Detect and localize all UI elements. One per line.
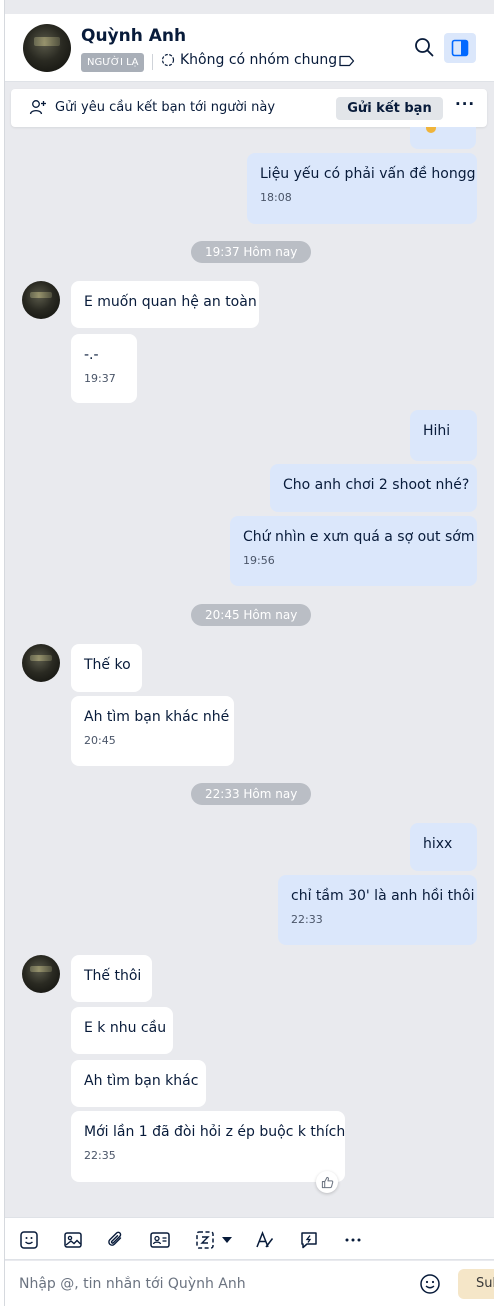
chat-header: Quỳnh Anh NGƯỜI LẠ Không có nhóm chung — [5, 14, 494, 82]
message-input[interactable] — [19, 1274, 409, 1294]
message-bubble-incoming[interactable]: -.- 19:37 — [71, 334, 137, 403]
message-time: 22:35 — [84, 1149, 116, 1162]
quick-message-icon[interactable] — [298, 1229, 320, 1251]
message-text: Thế ko — [84, 657, 131, 673]
left-panel-edge — [0, 0, 5, 1306]
panel-icon — [451, 39, 469, 57]
contact-card-icon[interactable] — [149, 1229, 171, 1251]
sender-avatar[interactable] — [22, 281, 60, 319]
sender-avatar[interactable] — [22, 644, 60, 682]
time-divider: 19:37 Hôm nay — [191, 241, 312, 263]
message-time: 19:37 — [84, 372, 116, 385]
message-bubble-incoming[interactable]: Ah tìm bạn khác nhé 20:45 — [71, 696, 234, 766]
partial-sticker-message[interactable] — [410, 127, 476, 149]
message-text: Thế thôi — [84, 968, 142, 984]
contact-name[interactable]: Quỳnh Anh — [81, 26, 186, 46]
message-text: E muốn quan hệ an toàn — [84, 294, 257, 310]
message-bubble-incoming[interactable]: Thế ko — [71, 644, 142, 692]
message-bubble-incoming[interactable]: Ah tìm bạn khác — [71, 1060, 206, 1107]
chevron-down-icon[interactable] — [218, 1229, 236, 1251]
label-tag-icon[interactable] — [339, 55, 355, 67]
message-text: Ah tìm bạn khác nhé — [84, 709, 230, 725]
contact-avatar[interactable] — [23, 24, 71, 72]
sender-avatar[interactable] — [22, 955, 60, 993]
sticker-icon[interactable] — [18, 1229, 40, 1251]
friend-request-text: Gửi yêu cầu kết bạn tới người này — [55, 100, 276, 115]
text-format-icon[interactable] — [254, 1229, 276, 1251]
message-text: E k nhu cầu — [84, 1020, 167, 1036]
send-friend-request-button[interactable]: Gửi kết bạn — [336, 97, 443, 120]
message-text: Chứ nhìn e xưn quá a sợ out sớm — [243, 529, 475, 545]
message-bubble-outgoing[interactable]: Hihi — [410, 410, 477, 461]
message-bubble-outgoing[interactable]: Cho anh chơi 2 shoot nhé? — [270, 464, 477, 512]
message-text: Liệu yếu có phải vấn đề hongg — [260, 166, 476, 182]
header-separator — [152, 54, 153, 70]
message-bubble-incoming[interactable]: E muốn quan hệ an toàn — [71, 281, 259, 328]
message-composer: Sub — [5, 1261, 494, 1306]
send-button[interactable]: Sub — [458, 1269, 494, 1299]
message-time: 20:45 — [84, 734, 116, 747]
message-bubble-outgoing[interactable]: Chứ nhìn e xưn quá a sợ out sớm 19:56 — [230, 516, 477, 586]
message-bubble-outgoing[interactable]: hixx — [410, 823, 477, 871]
group-status-text: Không có nhóm chung — [180, 52, 338, 68]
attachment-icon[interactable] — [105, 1229, 127, 1251]
more-options-button[interactable]: ··· — [455, 95, 475, 113]
side-panel-toggle-button[interactable] — [444, 33, 476, 63]
message-time: 18:08 — [260, 191, 292, 204]
add-friend-icon — [29, 98, 47, 116]
message-text: Cho anh chơi 2 shoot nhé? — [283, 477, 470, 493]
message-bubble-outgoing[interactable]: chỉ tầm 30' là anh hồi thôi 22:33 — [278, 875, 477, 945]
message-bubble-incoming[interactable]: Mới lần 1 đã đòi hỏi z ép buộc k thích 2… — [71, 1111, 345, 1182]
stranger-tag: NGƯỜI LẠ — [81, 53, 145, 72]
message-bubble-outgoing[interactable]: Liệu yếu có phải vấn đề hongg 18:08 — [247, 153, 477, 224]
screenshot-icon[interactable] — [194, 1229, 216, 1251]
group-icon — [160, 52, 176, 68]
message-time: 19:56 — [243, 554, 275, 567]
friend-request-bar: Gửi yêu cầu kết bạn tới người này Gửi kế… — [11, 89, 487, 127]
more-tools-icon[interactable] — [342, 1229, 364, 1251]
common-group-status[interactable]: Không có nhóm chung — [160, 52, 337, 68]
message-text: Hihi — [423, 423, 451, 439]
thumbs-up-icon — [321, 1176, 334, 1189]
message-text: Ah tìm bạn khác — [84, 1073, 199, 1089]
message-text: Mới lần 1 đã đòi hỏi z ép buộc k thích — [84, 1124, 346, 1140]
emoji-icon[interactable] — [419, 1273, 441, 1295]
composer-toolbar — [5, 1217, 494, 1260]
search-icon[interactable] — [413, 36, 435, 58]
time-divider: 22:33 Hôm nay — [191, 783, 312, 805]
top-gap — [5, 0, 494, 14]
message-text: -.- — [84, 347, 99, 363]
message-bubble-incoming[interactable]: E k nhu cầu — [71, 1007, 173, 1054]
time-divider: 20:45 Hôm nay — [191, 604, 312, 626]
message-time: 22:33 — [291, 913, 323, 926]
message-bubble-incoming[interactable]: Thế thôi — [71, 955, 152, 1002]
reaction-button[interactable] — [316, 1171, 338, 1193]
message-text: hixx — [423, 836, 453, 852]
message-text: chỉ tầm 30' là anh hồi thôi — [291, 888, 475, 904]
image-icon[interactable] — [62, 1229, 84, 1251]
